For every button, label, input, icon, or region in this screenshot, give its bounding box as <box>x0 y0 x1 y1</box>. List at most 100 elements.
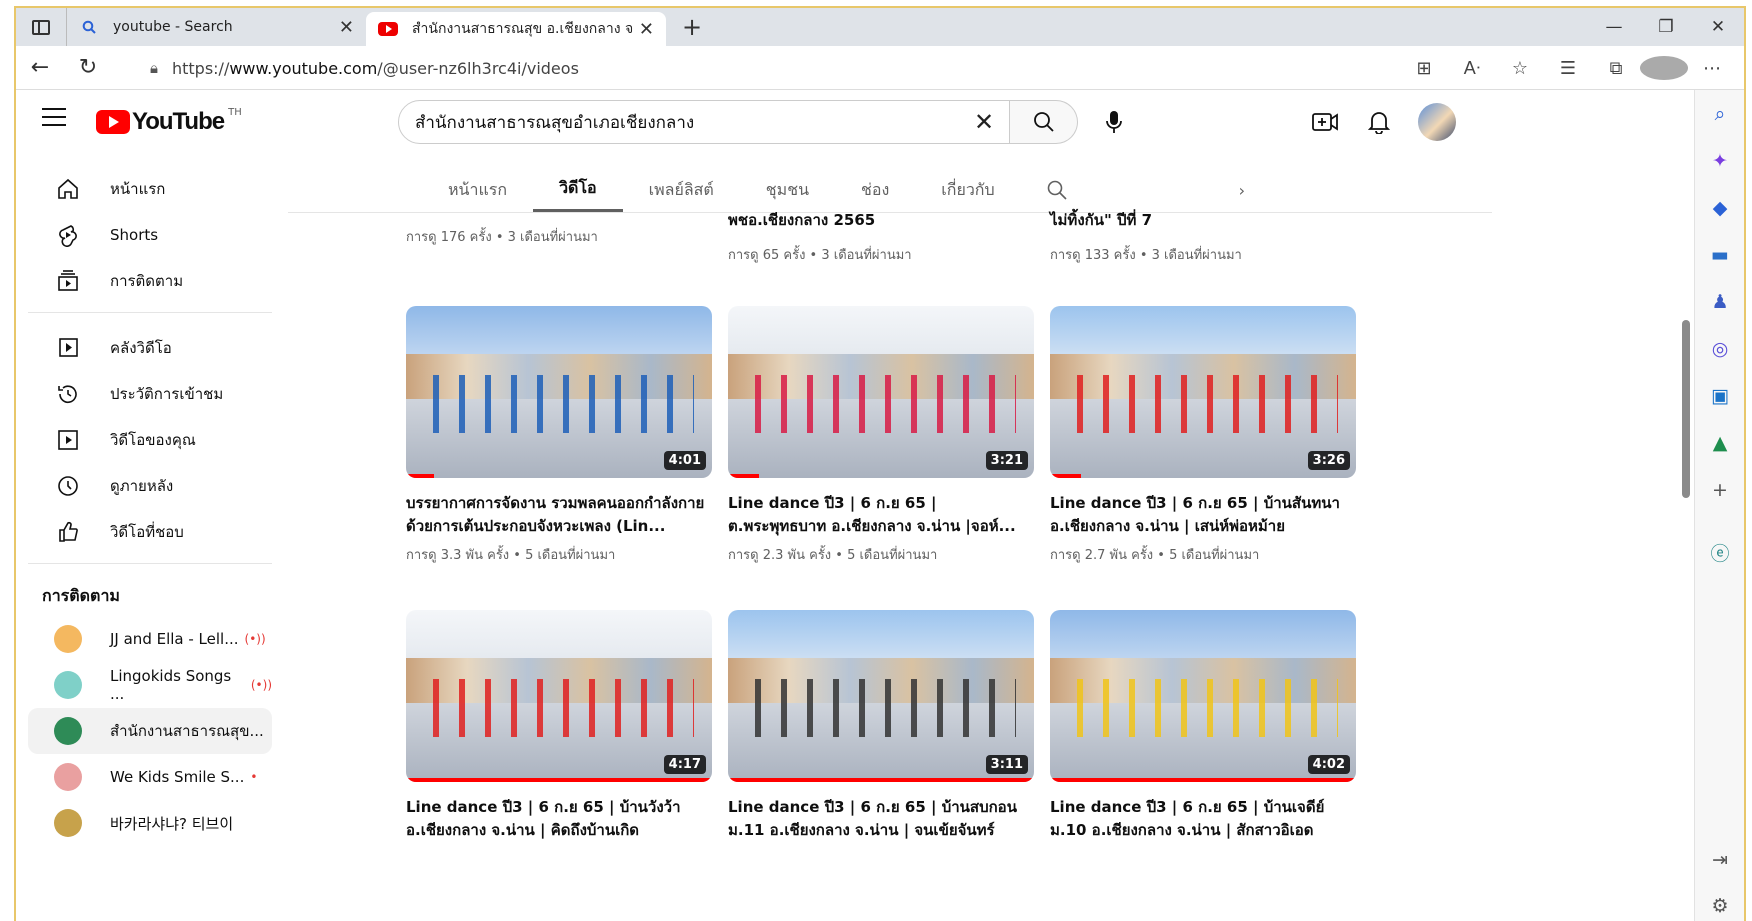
sidebar-item-label: ดูภายหลัง <box>110 477 174 495</box>
video-thumbnail[interactable]: 3:26 <box>1050 306 1356 478</box>
drop-icon[interactable]: ▲ <box>1695 419 1744 466</box>
subscription-item[interactable]: We Kids Smile S... • <box>28 754 272 800</box>
channel-search-icon[interactable] <box>1021 168 1093 212</box>
subscriptions-heading: การติดตาม <box>42 585 120 605</box>
subscription-item[interactable]: Lingokids Songs ... (•)) <box>28 662 272 708</box>
tools-icon[interactable]: ▬ <box>1695 231 1744 278</box>
video-card[interactable]: 4:17 Line dance ปี3 | 6 ก.ย 65 | บ้านวังว… <box>406 610 712 848</box>
video-card[interactable]: 4:02 Line dance ปี3 | 6 ก.ย 65 | บ้านเจดี… <box>1050 610 1356 848</box>
video-title[interactable]: บรรยากาศการจัดงาน รวมพลคนออกกำลังกาย ด้ว… <box>406 492 712 538</box>
create-video-icon[interactable] <box>1298 100 1352 144</box>
tab-channel[interactable]: สำนักงานสาธารณสุข อ.เชียงกลาง จ.น่ ✕ <box>366 12 666 46</box>
tab-actions-icon[interactable] <box>16 8 66 46</box>
restore-icon[interactable]: ❐ <box>1640 8 1692 46</box>
extension-badge-icon[interactable]: ⓔ <box>1695 529 1744 576</box>
video-title[interactable]: Line dance ปี3 | 6 ก.ย 65 | บ้านวังว้า อ… <box>406 796 712 842</box>
profile-icon[interactable] <box>1640 56 1688 80</box>
sidebar-item-subscriptions[interactable]: การติดตาม <box>28 258 272 304</box>
shopping-tag-icon[interactable]: ◆ <box>1695 184 1744 231</box>
outlook-icon[interactable]: ▣ <box>1695 372 1744 419</box>
favorites-icon[interactable]: ☰ <box>1544 58 1592 79</box>
youtube-play-icon <box>96 110 130 134</box>
video-title[interactable]: Line dance ปี3 | 6 ก.ย 65 | ต.พระพุทธบาท… <box>728 492 1034 538</box>
menu-icon[interactable] <box>42 108 66 128</box>
chevron-right-icon[interactable]: › <box>1213 168 1271 212</box>
tab-youtube-search[interactable]: youtube - Search ✕ <box>66 8 366 46</box>
sidebar-item-your-videos[interactable]: วิดีโอของคุณ <box>28 417 272 463</box>
video-title[interactable]: Line dance ปี3 | 6 ก.ย 65 | บ้านสันทนา อ… <box>1050 492 1356 538</box>
read-aloud-icon[interactable]: Aᐧ <box>1448 58 1496 79</box>
sidebar-item-like[interactable]: วิดีโอที่ชอบ <box>28 509 272 555</box>
more-icon[interactable]: ⋯ <box>1688 58 1736 79</box>
video-card[interactable]: 4:01 บรรยากาศการจัดงาน รวมพลคนออกกำลังกาย… <box>406 306 712 565</box>
video-thumbnail[interactable]: 4:01 <box>406 306 712 478</box>
sidebar-item-library[interactable]: คลังวิดีโอ <box>28 325 272 371</box>
subscription-label: JJ and Ella - Lell... <box>110 630 239 648</box>
add-icon[interactable]: + <box>1695 466 1744 513</box>
youtube-favicon-icon <box>378 22 398 36</box>
video-meta: การดู 176 ครั้ง • 3 เดือนที่ผ่านมา <box>406 230 598 245</box>
video-title[interactable]: ไม่ทิ้งกัน" ปีที่ 7 <box>1050 208 1242 232</box>
video-thumbnail[interactable]: 4:17 <box>406 610 712 782</box>
notifications-bell-icon[interactable] <box>1352 100 1406 144</box>
account-avatar[interactable] <box>1418 103 1456 141</box>
scrollbar-thumb[interactable] <box>1682 320 1690 498</box>
video-thumbnail[interactable]: 3:11 <box>728 610 1034 782</box>
subscription-item[interactable]: สำนักงานสาธารณสุข... <box>28 708 272 754</box>
search-icon[interactable]: ⌕ <box>1695 90 1744 137</box>
collections-icon[interactable]: ⧉ <box>1592 58 1640 79</box>
channel-avatar <box>54 809 82 837</box>
watch-progress-bar <box>1050 778 1356 782</box>
sidebar-item-history[interactable]: ประวัติการเข้าชม <box>28 371 272 417</box>
sidebar-item-home[interactable]: หน้าแรก <box>28 166 272 212</box>
video-card[interactable]: 3:26 Line dance ปี3 | 6 ก.ย 65 | บ้านสันท… <box>1050 306 1356 565</box>
live-indicator-icon: (•)) <box>244 632 266 646</box>
search-query: สำนักงานสาธารณสุขอำเภอเชียงกลาง <box>415 112 695 133</box>
live-indicator-icon: (•)) <box>250 678 272 692</box>
sidebar-toggle-icon[interactable]: ⇥ <box>1695 836 1744 883</box>
close-tab-icon[interactable]: ✕ <box>339 17 354 38</box>
copilot-icon[interactable]: ✦ <box>1695 137 1744 184</box>
clear-search-icon[interactable]: ✕ <box>959 108 1009 136</box>
tab-community[interactable]: ชุมชน <box>740 168 835 212</box>
tab-about[interactable]: เกี่ยวกับ <box>915 168 1020 212</box>
video-thumbnail[interactable]: 4:02 <box>1050 610 1356 782</box>
search-button[interactable] <box>1010 100 1078 144</box>
microsoft365-icon[interactable]: ◎ <box>1695 325 1744 372</box>
video-thumbnail[interactable]: 3:21 <box>728 306 1034 478</box>
settings-gear-icon[interactable]: ⚙ <box>1695 882 1744 921</box>
sidebar-item-shorts[interactable]: Shorts <box>28 212 272 258</box>
tab-home[interactable]: หน้าแรก <box>422 168 533 212</box>
address-bar[interactable]: 🔒︎ https://www.youtube.com/@user-nz6lh3r… <box>132 50 1192 86</box>
url-prefix: https:// <box>171 58 230 78</box>
refresh-icon[interactable]: ↻ <box>64 55 112 80</box>
sidebar-item-watch-later[interactable]: ดูภายหลัง <box>28 463 272 509</box>
video-title[interactable]: Line dance ปี3 | 6 ก.ย 65 | บ้านเจดีย์ ม… <box>1050 796 1356 842</box>
search-input[interactable]: สำนักงานสาธารณสุขอำเภอเชียงกลาง ✕ <box>398 100 1010 144</box>
close-window-icon[interactable]: ✕ <box>1692 8 1744 46</box>
watch-progress-bar <box>406 778 712 782</box>
back-arrow-icon[interactable]: ← <box>16 55 64 80</box>
history-icon <box>54 382 82 406</box>
new-tab-button[interactable]: + <box>682 13 702 41</box>
close-tab-icon[interactable]: ✕ <box>639 19 654 40</box>
video-meta: การดู 133 ครั้ง • 3 เดือนที่ผ่านมา <box>1050 248 1242 263</box>
minimize-icon[interactable]: — <box>1588 8 1640 46</box>
subscription-item[interactable]: 바카라샤냐? 티브이 <box>28 800 272 846</box>
tab-channels[interactable]: ช่อง <box>835 168 915 212</box>
voice-search-button[interactable] <box>1092 100 1136 144</box>
tab-videos[interactable]: วิดีโอ <box>533 168 623 212</box>
subscription-item[interactable]: JJ and Ella - Lell... (•)) <box>28 616 272 662</box>
tab-playlists[interactable]: เพลย์ลิสต์ <box>623 168 740 212</box>
masthead: YouTube TH สำนักงานสาธารณสุขอำเภอเชียงกล… <box>16 90 1682 152</box>
video-card[interactable]: 3:21 Line dance ปี3 | 6 ก.ย 65 | ต.พระพุท… <box>728 306 1034 565</box>
add-favorite-icon[interactable]: ☆ <box>1496 58 1544 79</box>
video-title[interactable]: Line dance ปี3 | 6 ก.ย 65 | บ้านสบกอน ม.… <box>728 796 1034 842</box>
app-available-icon[interactable]: ⊞ <box>1400 58 1448 79</box>
watch-progress-bar <box>1050 474 1081 478</box>
video-title[interactable]: พชอ.เชียงกลาง 2565 <box>728 208 912 232</box>
youtube-logo[interactable]: YouTube TH <box>96 107 242 136</box>
video-card[interactable]: 3:11 Line dance ปี3 | 6 ก.ย 65 | บ้านสบกอ… <box>728 610 1034 848</box>
subscriptions-icon <box>54 269 82 293</box>
games-icon[interactable]: ♟ <box>1695 278 1744 325</box>
